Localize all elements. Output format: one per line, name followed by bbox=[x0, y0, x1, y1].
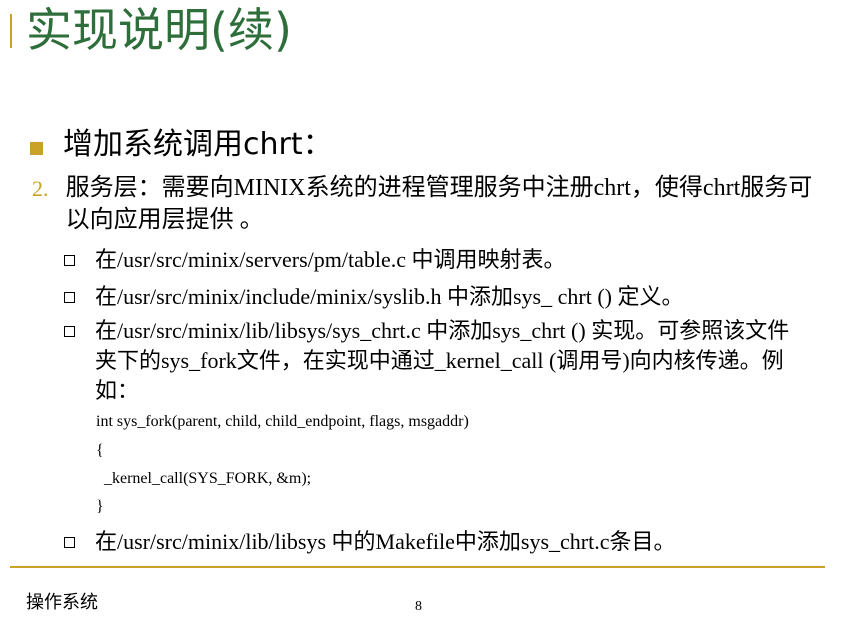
hollow-square-bullet-icon bbox=[64, 537, 75, 548]
step-number: 2. bbox=[32, 176, 49, 201]
list-item-text: 在/usr/src/minix/servers/pm/table.c 中调用映射… bbox=[95, 247, 566, 272]
list-item-text: 在/usr/src/minix/lib/libsys 中的Makefile中添加… bbox=[95, 529, 676, 554]
footer-rule bbox=[10, 566, 825, 568]
list-item-text: 在/usr/src/minix/include/minix/syslib.h 中… bbox=[95, 284, 684, 309]
numbered-step: 2. 服务层：需要向MINIX系统的进程管理服务中注册chrt，使得chrt服务… bbox=[32, 172, 822, 236]
footer-course-name: 操作系统 bbox=[26, 592, 98, 613]
square-bullet-icon bbox=[30, 141, 43, 155]
list-item-text: 在/usr/src/minix/lib/libsys/sys_chrt.c 中添… bbox=[95, 318, 790, 403]
title-accent-rule bbox=[10, 14, 12, 48]
slide-title: 实现说明(续) bbox=[26, 3, 292, 57]
code-line: int sys_fork(parent, child, child_endpoi… bbox=[96, 413, 469, 430]
code-line: _kernel_call(SYS_FORK, &m); bbox=[96, 470, 312, 487]
page-number: 8 bbox=[415, 599, 422, 614]
list-item: 在/usr/src/minix/lib/libsys 中的Makefile中添加… bbox=[64, 527, 824, 557]
code-line: } bbox=[96, 498, 104, 515]
section-heading: 增加系统调用chrt： bbox=[63, 127, 333, 162]
list-item: 在/usr/src/minix/servers/pm/table.c 中调用映射… bbox=[64, 245, 824, 275]
hollow-square-bullet-icon bbox=[64, 255, 75, 266]
list-item: 在/usr/src/minix/include/minix/syslib.h 中… bbox=[64, 282, 824, 312]
step-text: 服务层：需要向MINIX系统的进程管理服务中注册chrt，使得chrt服务可以向… bbox=[65, 175, 813, 233]
list-item: 在/usr/src/minix/lib/libsys/sys_chrt.c 中添… bbox=[64, 316, 824, 406]
heading-bullet-row: 增加系统调用chrt： bbox=[30, 124, 333, 166]
hollow-square-bullet-icon bbox=[64, 326, 75, 337]
hollow-square-bullet-icon bbox=[64, 292, 75, 303]
code-line: { bbox=[96, 442, 104, 459]
